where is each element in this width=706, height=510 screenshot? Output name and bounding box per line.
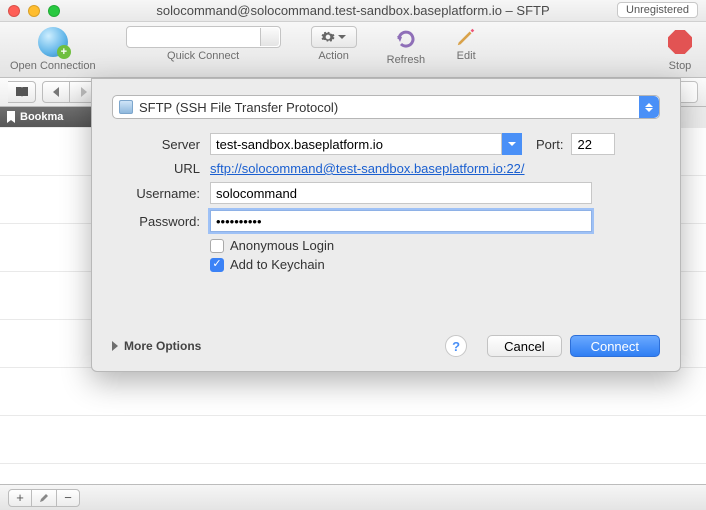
url-link[interactable]: sftp://solocommand@test-sandbox.baseplat… [210, 161, 525, 176]
add-to-keychain-checkbox[interactable] [210, 258, 224, 272]
gear-icon [321, 30, 335, 44]
edit-button[interactable]: Edit [455, 26, 477, 62]
disk-icon [119, 100, 133, 114]
quick-connect[interactable]: Quick Connect [126, 26, 281, 62]
chevron-down-icon [338, 35, 346, 39]
server-history-dropdown[interactable] [502, 133, 522, 155]
connection-sheet: SFTP (SSH File Transfer Protocol) Server… [91, 78, 681, 372]
stop-label: Stop [669, 60, 692, 72]
url-label: URL [112, 161, 200, 176]
bookmark-icon [6, 111, 16, 123]
open-connection-button[interactable]: Open Connection [10, 26, 96, 72]
history-segment[interactable] [42, 81, 98, 103]
refresh-icon [393, 26, 419, 52]
more-options-toggle[interactable]: More Options [112, 339, 201, 353]
disclosure-triangle-icon [112, 341, 118, 351]
chevron-right-icon [80, 87, 88, 97]
bookmark-view-segment[interactable] [8, 81, 36, 103]
globe-plus-icon [38, 27, 68, 57]
sheet-bottom-bar: More Options ? Cancel Connect [112, 335, 660, 357]
remove-bookmark-button[interactable]: − [56, 489, 80, 507]
open-connection-label: Open Connection [10, 60, 96, 72]
add-bookmark-button[interactable]: + [8, 489, 32, 507]
more-options-label: More Options [124, 339, 201, 353]
add-to-keychain-label: Add to Keychain [230, 257, 325, 272]
pencil-icon [455, 26, 477, 48]
pencil-small-icon [39, 493, 49, 503]
edit-bookmark-button[interactable] [32, 489, 56, 507]
help-button[interactable]: ? [445, 335, 467, 357]
server-label: Server [112, 137, 200, 152]
anonymous-login-label: Anonymous Login [230, 238, 334, 253]
window-title: solocommand@solocommand.test-sandbox.bas… [0, 3, 706, 18]
anonymous-login-checkbox[interactable] [210, 239, 224, 253]
unregistered-badge[interactable]: Unregistered [617, 2, 698, 18]
close-window-button[interactable] [8, 5, 20, 17]
footer-bar: + − [0, 484, 706, 510]
username-input[interactable] [210, 182, 592, 204]
footer-segment: + − [8, 489, 80, 507]
protocol-select[interactable]: SFTP (SSH File Transfer Protocol) [112, 95, 660, 119]
quick-connect-combo[interactable] [126, 26, 281, 48]
minimize-window-button[interactable] [28, 5, 40, 17]
refresh-button[interactable]: Refresh [387, 26, 426, 66]
password-input[interactable] [210, 210, 592, 232]
connect-button[interactable]: Connect [570, 335, 660, 357]
sidebar-bookmarks-header[interactable]: Bookma [0, 107, 91, 127]
titlebar: solocommand@solocommand.test-sandbox.bas… [0, 0, 706, 22]
traffic-lights [8, 5, 60, 17]
stop-button[interactable]: Stop [664, 26, 696, 72]
action-label: Action [318, 50, 349, 62]
port-label: Port: [536, 137, 563, 152]
book-icon [15, 86, 29, 98]
quick-connect-label: Quick Connect [167, 50, 239, 62]
connection-form: Server Port: URL sftp://solocommand@test… [112, 133, 660, 272]
zoom-window-button[interactable] [48, 5, 60, 17]
refresh-label: Refresh [387, 54, 426, 66]
server-input[interactable] [210, 133, 502, 155]
protocol-label: SFTP (SSH File Transfer Protocol) [139, 100, 338, 115]
sidebar-bookmarks-label: Bookma [20, 111, 63, 123]
chevron-left-icon [52, 87, 60, 97]
action-menu-button[interactable]: Action [311, 26, 357, 62]
cancel-button[interactable]: Cancel [487, 335, 561, 357]
port-input[interactable] [571, 133, 615, 155]
username-label: Username: [112, 186, 200, 201]
edit-label: Edit [457, 50, 476, 62]
stop-icon [668, 30, 692, 54]
gear-dropdown[interactable] [311, 26, 357, 48]
bookmarks-view-button[interactable] [8, 81, 36, 103]
password-label: Password: [112, 214, 200, 229]
back-button[interactable] [42, 81, 70, 103]
main-toolbar: Open Connection Quick Connect Action Ref… [0, 22, 706, 78]
select-stepper[interactable] [639, 96, 659, 118]
